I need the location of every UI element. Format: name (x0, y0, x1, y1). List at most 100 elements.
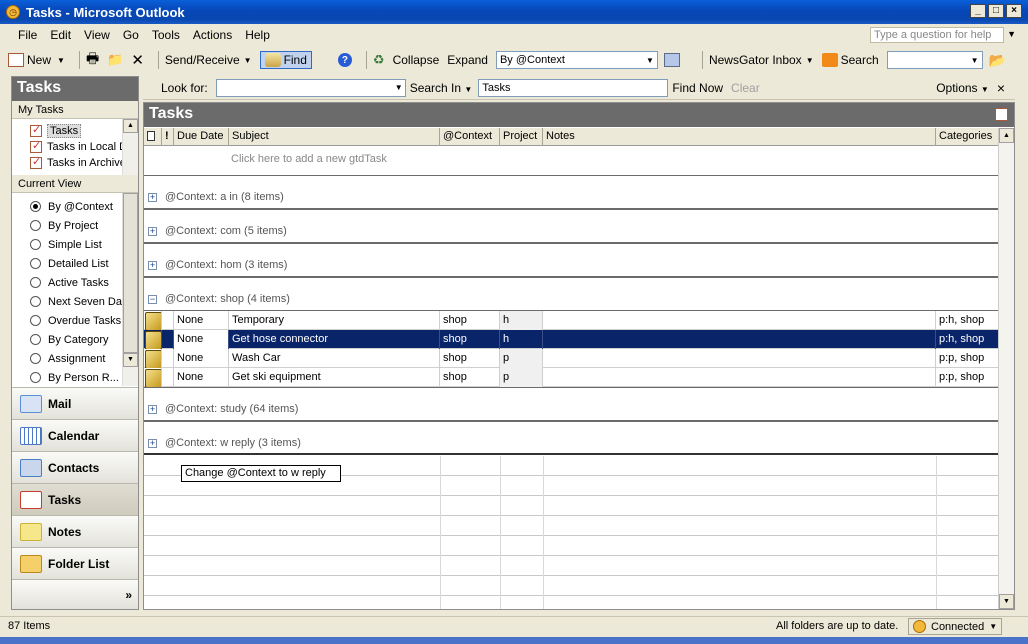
view-by-person[interactable]: By Person R... (12, 368, 138, 386)
close-button[interactable]: × (1006, 4, 1022, 18)
notes-cell[interactable] (543, 330, 936, 349)
due-date-column-header[interactable]: Due Date (174, 128, 229, 146)
context-column-header[interactable]: @Context (440, 128, 500, 146)
scroll-up-button[interactable]: ▲ (999, 128, 1014, 143)
connection-dropdown-icon[interactable]: ▼ (989, 622, 997, 631)
send-receive-dropdown-icon[interactable]: ▼ (244, 56, 252, 65)
menu-go[interactable]: Go (123, 28, 139, 42)
search-in-field[interactable]: Tasks (478, 78, 669, 97)
categories-cell[interactable]: p:h, shop (936, 311, 998, 330)
print-icon[interactable]: 🖶 (86, 48, 99, 72)
folder-item-tasks[interactable]: Tasks (12, 123, 138, 139)
move-to-folder-icon[interactable]: 📁 (107, 52, 123, 68)
folder-item-tasks-archive[interactable]: Tasks in Archive (12, 155, 138, 171)
current-view-combo[interactable]: By @Context ▼ (495, 51, 658, 69)
due-date-cell[interactable]: None (174, 330, 229, 349)
menu-help[interactable]: Help (245, 28, 270, 42)
project-cell[interactable]: p (500, 349, 543, 368)
close-find-icon[interactable]: × (997, 80, 1005, 96)
view-next-seven-days[interactable]: Next Seven Day (12, 292, 138, 311)
tasks-button[interactable]: Tasks (12, 483, 138, 515)
group-header-study[interactable]: + @Context: study (64 items) (144, 387, 998, 421)
newsgator-dropdown-icon[interactable]: ▼ (806, 56, 814, 65)
subject-column-header[interactable]: Subject (229, 128, 440, 146)
categories-cell[interactable]: p:p, shop (936, 349, 998, 368)
view-detailed-list[interactable]: Detailed List (12, 254, 138, 273)
task-row[interactable]: None Temporary shop h p:h, shop (144, 311, 998, 330)
mail-button[interactable]: Mail (12, 387, 138, 419)
project-cell[interactable]: h (500, 330, 543, 349)
categories-cell[interactable]: p:h, shop (936, 330, 998, 349)
expand-button[interactable]: Expand (447, 53, 488, 67)
expand-plus-icon[interactable]: + (148, 192, 157, 202)
notes-cell[interactable] (543, 368, 936, 387)
context-cell[interactable]: shop (440, 368, 500, 387)
view-combo-dropdown-icon[interactable]: ▼ (643, 56, 657, 65)
menu-edit[interactable]: Edit (50, 28, 71, 42)
view-assignment[interactable]: Assignment (12, 349, 138, 368)
view-active-tasks[interactable]: Active Tasks (12, 273, 138, 292)
contacts-button[interactable]: Contacts (12, 451, 138, 483)
group-header-w-reply[interactable]: + @Context: w reply (3 items) (144, 421, 998, 455)
view-options-icon[interactable] (663, 53, 680, 67)
expand-plus-icon[interactable]: + (148, 404, 157, 414)
delete-icon[interactable]: ✕ (131, 51, 144, 69)
group-header-hom[interactable]: + @Context: hom (3 items) (144, 243, 998, 277)
send-receive-button[interactable]: Send/Receive ▼ (165, 53, 252, 67)
task-row[interactable]: None Get ski equipment shop p p:p, shop (144, 368, 998, 387)
scroll-thumb[interactable] (123, 193, 138, 353)
open-folder-icon[interactable]: 📂 (989, 52, 1006, 69)
rss-search-dropdown-icon[interactable]: ▼ (968, 56, 982, 65)
expand-plus-icon[interactable]: + (148, 438, 157, 448)
rss-search-combo[interactable]: ▼ (886, 51, 983, 69)
task-row-selected[interactable]: None Get hose connector shop h p:h, shop (144, 330, 998, 349)
subject-cell[interactable]: Get hose connector (229, 330, 440, 349)
importance-column-header[interactable]: ! (162, 128, 174, 146)
find-button[interactable]: Find (259, 51, 312, 69)
radio-icon[interactable] (30, 353, 41, 364)
find-now-button[interactable]: Find Now (672, 81, 723, 95)
options-button[interactable]: Options ▼ (936, 81, 989, 95)
radio-icon[interactable] (30, 334, 41, 345)
view-by-category[interactable]: By Category (12, 330, 138, 349)
view-by-project[interactable]: By Project (12, 216, 138, 235)
look-for-input[interactable]: ▼ (215, 78, 406, 97)
expand-plus-icon[interactable]: + (148, 226, 157, 236)
project-cell[interactable]: h (500, 311, 543, 330)
project-cell[interactable]: p (500, 368, 543, 387)
context-cell[interactable]: shop (440, 330, 500, 349)
context-cell[interactable]: shop (440, 311, 500, 330)
scroll-down-button[interactable]: ▼ (123, 353, 138, 367)
help-dropdown-icon[interactable]: ▼ (1007, 29, 1016, 39)
due-date-cell[interactable]: None (174, 311, 229, 330)
radio-icon[interactable] (30, 277, 41, 288)
minimize-button[interactable]: _ (970, 4, 986, 18)
clear-button[interactable]: Clear (731, 81, 760, 95)
menu-view[interactable]: View (84, 28, 110, 42)
context-cell[interactable]: shop (440, 349, 500, 368)
scroll-up-button[interactable]: ▲ (123, 119, 138, 133)
menu-file[interactable]: File (18, 28, 37, 42)
help-icon[interactable]: ? (337, 53, 352, 67)
radio-icon[interactable] (30, 372, 41, 383)
view-list-scrollbar[interactable]: ▼ (122, 193, 138, 386)
newsgator-inbox-button[interactable]: NewsGator Inbox ▼ (709, 53, 814, 67)
look-for-dropdown-icon[interactable]: ▼ (393, 83, 405, 92)
due-date-cell[interactable]: None (174, 368, 229, 387)
folder-list-scrollbar[interactable]: ▲ (122, 119, 138, 175)
search-in-button[interactable]: Search In ▼ (410, 81, 473, 95)
radio-icon[interactable] (30, 239, 41, 250)
view-by-context[interactable]: By @Context (12, 197, 138, 216)
collapse-minus-icon[interactable]: − (148, 294, 157, 304)
notes-cell[interactable] (543, 311, 936, 330)
radio-icon[interactable] (30, 220, 41, 231)
options-dropdown-icon[interactable]: ▼ (981, 85, 989, 94)
icon-column-header[interactable] (144, 128, 162, 146)
collapse-button[interactable]: Collapse (393, 53, 440, 67)
search-in-dropdown-icon[interactable]: ▼ (464, 85, 472, 94)
radio-icon[interactable] (30, 296, 41, 307)
project-column-header[interactable]: Project (500, 128, 543, 146)
menu-tools[interactable]: Tools (152, 28, 180, 42)
subject-cell[interactable]: Wash Car (229, 349, 440, 368)
subject-cell[interactable]: Temporary (229, 311, 440, 330)
